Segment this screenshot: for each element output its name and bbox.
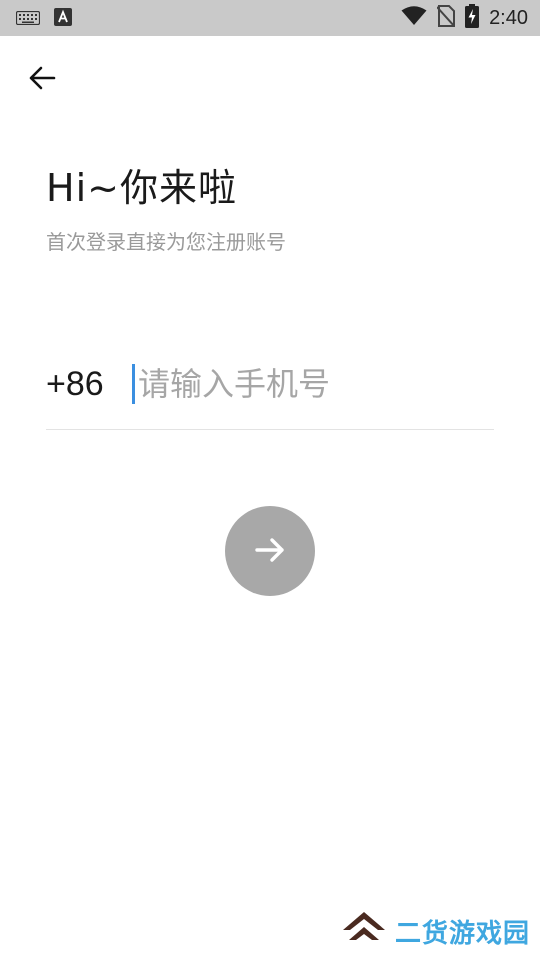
status-time: 2:40 <box>489 6 528 29</box>
watermark-logo-icon <box>341 910 387 952</box>
keyboard-icon <box>15 10 41 29</box>
greeting-title: Hi~你来啦 <box>46 166 237 210</box>
no-sim-icon <box>436 5 456 31</box>
status-bar: 2:40 <box>0 0 540 36</box>
phone-input[interactable] <box>138 356 488 412</box>
battery-charging-icon <box>465 4 480 32</box>
watermark-text: 二货游戏园 <box>394 918 530 949</box>
arrow-left-icon <box>22 66 62 102</box>
input-underline <box>46 429 494 430</box>
greeting-subtitle: 首次登录直接为您注册账号 <box>46 230 286 254</box>
next-button[interactable] <box>225 506 315 596</box>
wifi-icon <box>401 6 427 30</box>
text-caret <box>132 364 135 404</box>
country-code[interactable]: +86 <box>46 364 104 404</box>
back-button[interactable] <box>22 58 62 98</box>
a-icon <box>54 8 72 30</box>
watermark: 二货游戏园 <box>341 910 530 952</box>
phone-field: +86 <box>46 356 494 430</box>
arrow-right-icon <box>250 530 290 573</box>
